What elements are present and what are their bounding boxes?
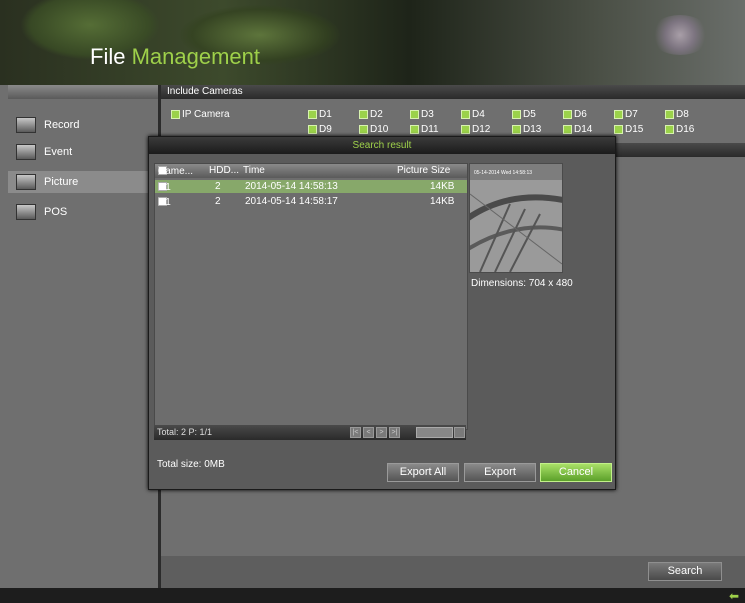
page-title-part1: File bbox=[90, 44, 132, 69]
record-icon bbox=[16, 117, 36, 133]
checkbox-checked-icon bbox=[665, 109, 674, 119]
section-header-bar bbox=[612, 143, 745, 157]
sidebar-item-picture[interactable]: Picture bbox=[8, 171, 158, 193]
row-size: 14KB bbox=[430, 181, 455, 192]
ip-camera-checkbox[interactable]: IP Camera bbox=[171, 109, 230, 120]
picture-preview: 05-14-2014 Wed 14:58:13 bbox=[469, 163, 563, 273]
checkbox-checked-icon bbox=[410, 109, 419, 119]
row-time: 2014-05-14 14:58:17 bbox=[245, 196, 338, 207]
page-number-input[interactable] bbox=[416, 427, 453, 438]
checkbox-checked-icon bbox=[171, 109, 180, 119]
list-header: Came... HDD... Time Picture Size bbox=[155, 164, 467, 178]
pagination-status: Total: 2 P: 1/1 bbox=[157, 427, 213, 437]
preview-image: 05-14-2014 Wed 14:58:13 bbox=[470, 164, 562, 272]
preview-timestamp: 05-14-2014 Wed 14:58:13 bbox=[474, 170, 532, 176]
row-time: 2014-05-14 14:58:13 bbox=[245, 181, 338, 192]
checkbox-checked-icon bbox=[461, 109, 470, 119]
export-all-button[interactable]: Export All bbox=[387, 463, 459, 482]
sidebar-item-record[interactable]: Record bbox=[8, 114, 158, 136]
search-button[interactable]: Search bbox=[648, 562, 722, 581]
camera-checkbox-d10[interactable]: D10 bbox=[359, 124, 388, 135]
camera-checkbox-d6[interactable]: D6 bbox=[563, 109, 587, 120]
table-row[interactable]: D1 2 2014-05-14 14:58:17 14KB bbox=[155, 195, 467, 208]
last-page-icon[interactable]: >| bbox=[389, 427, 400, 438]
checkbox-checked-icon bbox=[308, 109, 317, 119]
row-hdd: 2 bbox=[215, 196, 221, 207]
dimensions-label: Dimensions: 704 x 480 bbox=[471, 278, 573, 289]
pager: |< < > >| bbox=[350, 427, 400, 438]
camera-checkbox-d8[interactable]: D8 bbox=[665, 109, 689, 120]
camera-checkbox-d9[interactable]: D9 bbox=[308, 124, 332, 135]
sidebar-item-label: Event bbox=[44, 146, 73, 158]
sidebar-item-event[interactable]: Event bbox=[8, 141, 158, 163]
checkbox-checked-icon bbox=[308, 124, 317, 134]
checkbox-checked-icon bbox=[512, 109, 521, 119]
checkbox-checked-icon bbox=[359, 109, 368, 119]
page-title-part2: Management bbox=[131, 44, 260, 69]
table-row[interactable]: D1 2 2014-05-14 14:58:13 14KB bbox=[155, 180, 467, 193]
camera-checkbox-d3[interactable]: D3 bbox=[410, 109, 434, 120]
sidebar-item-label: Record bbox=[44, 119, 80, 131]
camera-checkbox-d16[interactable]: D16 bbox=[665, 124, 694, 135]
sidebar-header bbox=[8, 85, 158, 99]
camera-checkbox-d12[interactable]: D12 bbox=[461, 124, 490, 135]
camera-checkbox-d7[interactable]: D7 bbox=[614, 109, 638, 120]
row-hdd: 2 bbox=[215, 181, 221, 192]
checkbox-checked-icon bbox=[410, 124, 419, 134]
camera-checkbox-d13[interactable]: D13 bbox=[512, 124, 541, 135]
checkbox-checked-icon bbox=[563, 124, 572, 134]
camera-checkbox-d4[interactable]: D4 bbox=[461, 109, 485, 120]
include-cameras-header: Include Cameras bbox=[161, 85, 745, 99]
checkbox-checked-icon bbox=[614, 109, 623, 119]
page-title: File Management bbox=[90, 44, 260, 70]
row-camera: D1 bbox=[158, 182, 171, 193]
header-banner: File Management bbox=[0, 0, 745, 85]
camera-checkbox-d1[interactable]: D1 bbox=[308, 109, 332, 120]
next-page-icon[interactable]: > bbox=[376, 427, 387, 438]
search-result-dialog: Search result Came... HDD... Time Pictur… bbox=[148, 136, 616, 490]
total-size-label: Total size: 0MB bbox=[157, 459, 225, 470]
column-header-picture-size[interactable]: Picture Size bbox=[397, 165, 450, 176]
event-icon bbox=[16, 144, 36, 160]
sidebar-item-label: POS bbox=[44, 206, 68, 218]
cancel-button[interactable]: Cancel bbox=[540, 463, 612, 482]
go-page-button[interactable] bbox=[454, 427, 465, 438]
dialog-title: Search result bbox=[149, 137, 615, 154]
status-bar bbox=[0, 588, 745, 603]
camera-checkbox-d14[interactable]: D14 bbox=[563, 124, 592, 135]
back-arrow-icon[interactable]: ⬅ bbox=[729, 590, 739, 602]
prev-page-icon[interactable]: < bbox=[363, 427, 374, 438]
camera-checkbox-d11[interactable]: D11 bbox=[410, 124, 439, 135]
banner-bokeh-decoration bbox=[650, 15, 710, 55]
checkbox-checked-icon bbox=[563, 109, 572, 119]
result-list: Came... HDD... Time Picture Size D1 2 20… bbox=[154, 163, 468, 430]
camera-checkbox-d15[interactable]: D15 bbox=[614, 124, 643, 135]
column-header-hdd[interactable]: HDD... bbox=[209, 165, 239, 176]
list-footer: Total: 2 P: 1/1 |< < > >| bbox=[154, 425, 466, 440]
sidebar: Record Event Picture POS bbox=[8, 99, 158, 588]
sidebar-item-pos[interactable]: POS bbox=[8, 201, 158, 223]
checkbox-checked-icon bbox=[614, 124, 623, 134]
checkbox-checked-icon bbox=[665, 124, 674, 134]
first-page-icon[interactable]: |< bbox=[350, 427, 361, 438]
export-button[interactable]: Export bbox=[464, 463, 536, 482]
checkbox-checked-icon bbox=[461, 124, 470, 134]
camera-checkbox-d5[interactable]: D5 bbox=[512, 109, 536, 120]
checkbox-checked-icon bbox=[359, 124, 368, 134]
sidebar-item-label: Picture bbox=[44, 176, 79, 188]
row-size: 14KB bbox=[430, 196, 455, 207]
camera-checkbox-d2[interactable]: D2 bbox=[359, 109, 383, 120]
pos-icon bbox=[16, 204, 36, 220]
picture-icon bbox=[16, 174, 36, 190]
row-camera: D1 bbox=[158, 197, 171, 208]
column-header-time[interactable]: Time bbox=[243, 165, 265, 176]
checkbox-checked-icon bbox=[512, 124, 521, 134]
